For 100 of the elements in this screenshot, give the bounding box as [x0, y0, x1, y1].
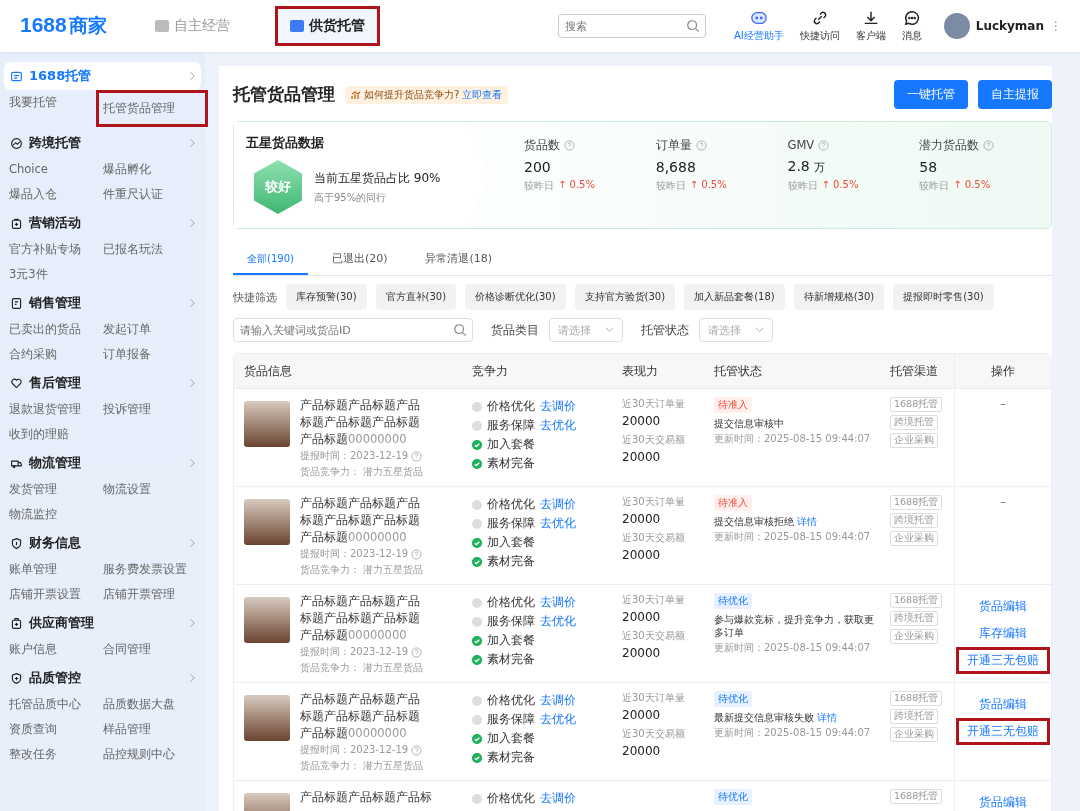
sidebar-group[interactable]: 营销活动	[4, 209, 201, 237]
column-header: 托管渠道	[889, 363, 939, 379]
filter-chip[interactable]: 库存预警(30)	[286, 284, 367, 310]
metric-label: 潜力货品数	[919, 138, 980, 153]
filter-chip[interactable]: 官方直补(30)	[375, 284, 457, 310]
report-time: 提报时间：2023-12-19	[300, 449, 409, 463]
channel-tag: 1688托管	[890, 789, 943, 804]
filter-chip[interactable]: 加入新品套餐(18)	[684, 284, 785, 310]
help-icon	[695, 140, 707, 151]
update-time: 更新时间：2025-08-15 09:44:07	[714, 530, 872, 544]
details-link[interactable]: 详情	[797, 515, 818, 528]
action-link[interactable]: 去优化	[540, 612, 576, 631]
nav-tab[interactable]: 自主经营	[140, 6, 245, 46]
filter-chip[interactable]: 价格诊断优化(30)	[465, 284, 566, 310]
toolbar-button[interactable]: 客户端	[855, 9, 886, 43]
chevron-right-icon	[189, 618, 195, 628]
action-link[interactable]: 去优化	[540, 514, 576, 533]
sidebar-item[interactable]: 3元3件	[2, 262, 103, 287]
filter-tab[interactable]: 全部(190)	[233, 245, 308, 275]
action-link[interactable]: 去调价	[540, 495, 576, 514]
sidebar-group[interactable]: 售后管理	[4, 369, 201, 397]
check-label: 价格优化	[487, 790, 535, 807]
action-link[interactable]: 去调价	[540, 691, 576, 710]
primary-button[interactable]: 自主提报	[978, 80, 1052, 109]
more-menu[interactable]: ⋮	[1050, 19, 1062, 33]
product-title[interactable]: 产品标题产品标题产品标题产品标题产品标题产品标题00000000	[300, 593, 424, 644]
toolbar-button[interactable]: AI经营助手	[733, 9, 784, 43]
update-time: 更新时间：2025-08-15 09:44:07	[714, 641, 872, 655]
tip-text: 如何提升货品竞争力?	[364, 87, 460, 102]
action-link[interactable]: 开通三无包赔	[956, 718, 1050, 745]
action-link[interactable]: 开通三无包赔	[956, 647, 1050, 674]
nav-tab[interactable]: 供货托管	[275, 6, 380, 46]
metric-value: 20000	[622, 414, 662, 428]
check-label: 加入套餐	[487, 436, 535, 453]
chevron-right-icon	[189, 673, 195, 683]
toolbar-button[interactable]: 快捷访问	[799, 9, 840, 43]
action-link[interactable]: 库存编辑	[968, 620, 1038, 647]
chevron-right-icon	[189, 218, 195, 228]
empty-value: –	[1000, 495, 1006, 508]
sidebar-item[interactable]: 收到的理赔	[2, 422, 103, 447]
quick-filter-label: 快捷筛选	[233, 289, 277, 305]
product-title[interactable]: 产品标题产品标题产品标题产品标题产品标题产品标题00000000	[300, 397, 424, 448]
metric-label: 近30天订单量	[622, 397, 686, 411]
keyword-search-field[interactable]: 请输入关键词或货品ID	[233, 318, 473, 342]
change-value: ↑ 0.5%	[689, 179, 727, 192]
sidebar-group[interactable]: 物流管理	[4, 449, 201, 477]
sidebar-group[interactable]: 财务信息	[4, 529, 201, 557]
product-title[interactable]: 产品标题产品标题产品标	[300, 789, 432, 806]
sidebar-item[interactable]: 托管货品管理	[96, 90, 208, 127]
change-label: 较昨日	[655, 179, 686, 193]
check-label: 加入套餐	[487, 730, 535, 747]
change-label: 较昨日	[524, 179, 554, 193]
filter-tab[interactable]: 异常清退(18)	[411, 245, 507, 275]
column-header: 货品信息	[243, 363, 293, 379]
metric-value: 20000	[622, 450, 662, 464]
action-link[interactable]: 货品编辑	[968, 789, 1038, 811]
logo[interactable]: 1688商家	[20, 13, 140, 39]
metric-label: 近30天交易额	[622, 629, 686, 643]
sidebar-group[interactable]: 品质管控	[4, 664, 201, 692]
status-text: 提交信息审核中	[714, 418, 784, 429]
action-link[interactable]: 去优化	[540, 710, 576, 729]
product-title[interactable]: 产品标题产品标题产品标题产品标题产品标题产品标题00000000	[300, 495, 424, 546]
channel-tag: 跨境托管	[890, 415, 938, 430]
metric-label: 近30天订单量	[622, 593, 686, 607]
status-badge: 待优化	[714, 789, 752, 805]
column-header: 托管状态	[713, 363, 763, 379]
filter-chip[interactable]: 支持官方验货(30)	[574, 284, 676, 310]
primary-button[interactable]: 一键托管	[894, 80, 968, 109]
action-link[interactable]: 去调价	[540, 789, 576, 808]
action-link[interactable]: 去调价	[540, 397, 576, 416]
rating-badge: 较好	[254, 160, 302, 214]
sidebar-group[interactable]: 跨境托管	[4, 129, 201, 157]
sidebar-group[interactable]: 供应商管理	[4, 609, 201, 637]
search-field[interactable]: 搜索	[557, 14, 706, 38]
details-link[interactable]: 详情	[817, 711, 838, 724]
sidebar-group[interactable]: 1688托管	[4, 62, 201, 90]
channel-tag: 跨境托管	[890, 611, 938, 626]
filter-tab[interactable]: 已退出(20)	[317, 245, 402, 275]
sidebar-group[interactable]: 销售管理	[4, 289, 201, 317]
user-name[interactable]: Luckyman	[975, 19, 1044, 33]
help-icon	[818, 139, 830, 151]
action-link[interactable]: 去优化	[540, 416, 576, 435]
action-link[interactable]: 货品编辑	[968, 593, 1038, 620]
chevron-right-icon	[189, 138, 195, 148]
product-competitiveness: 货品竞争力： 潜力五星货品	[300, 759, 424, 773]
channel-tag: 1688托管	[890, 593, 943, 608]
toolbar-button[interactable]: 消息	[901, 9, 922, 43]
status-badge: 待准入	[714, 495, 752, 511]
action-link[interactable]: 去调价	[540, 593, 576, 612]
filter-chip[interactable]: 待新增规格(30)	[793, 284, 885, 310]
filter-chip[interactable]: 提报即时零售(30)	[893, 284, 994, 310]
sidebar-item[interactable]: 物流监控	[2, 502, 103, 527]
product-title[interactable]: 产品标题产品标题产品标题产品标题产品标题产品标题00000000	[300, 691, 424, 742]
check-label: 素材完备	[487, 749, 535, 766]
check-label: 服务保障	[487, 613, 535, 630]
view-link[interactable]: 立即查看	[462, 87, 503, 102]
avatar[interactable]	[943, 13, 970, 39]
change-label: 较昨日	[919, 179, 950, 193]
channel-tag: 1688托管	[890, 495, 943, 510]
action-link[interactable]: 货品编辑	[968, 691, 1038, 718]
